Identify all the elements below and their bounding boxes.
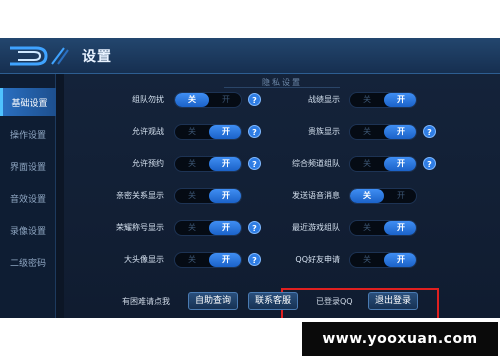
setting-label: 战绩显示 xyxy=(308,95,340,104)
toggle-on-option[interactable]: 开 xyxy=(384,253,416,267)
toggle-off-option[interactable]: 关 xyxy=(175,157,209,171)
toggle-off-option[interactable]: 关 xyxy=(350,93,384,107)
privacy-toggle-left-4[interactable]: 关开 xyxy=(174,220,242,236)
toggle-on-option[interactable]: 开 xyxy=(384,93,416,107)
toggle-on-option[interactable]: 开 xyxy=(384,189,416,203)
toggle-off-option[interactable]: 关 xyxy=(175,221,209,235)
toggle-on-option[interactable]: 开 xyxy=(384,125,416,139)
setting-label: 发送语音消息 xyxy=(292,191,340,200)
setting-label: 大头像显示 xyxy=(124,255,164,264)
logout-button[interactable]: 退出登录 xyxy=(368,292,419,310)
sidebar-item-sound[interactable]: 音效设置 xyxy=(0,184,56,212)
contact-support-button[interactable]: 联系客服 xyxy=(248,292,299,310)
toggle-off-option[interactable]: 关 xyxy=(175,125,209,139)
toggle-on-option[interactable]: 开 xyxy=(384,157,416,171)
divider xyxy=(224,87,340,88)
sidebar-item-controls[interactable]: 操作设置 xyxy=(0,120,56,148)
watermark: www.yooxuan.com xyxy=(302,322,498,356)
privacy-toggle-right-1[interactable]: 关开 xyxy=(349,124,417,140)
header-bar: 设置 xyxy=(0,38,500,74)
toggle-off-option[interactable]: 关 xyxy=(350,189,384,203)
self-query-button[interactable]: 自助查询 xyxy=(188,292,239,310)
footer-bar: 有困难请点我 自助查询 联系客服 已登录QQ 退出登录 xyxy=(64,290,500,318)
help-icon[interactable]: ? xyxy=(423,157,436,170)
toggle-on-option[interactable]: 开 xyxy=(209,189,241,203)
toggle-off-option[interactable]: 关 xyxy=(350,253,384,267)
setting-label: 最近游戏组队 xyxy=(292,223,340,232)
sidebar-item-interface[interactable]: 界面设置 xyxy=(0,152,56,180)
sidebar-item-secondary-password[interactable]: 二级密码 xyxy=(0,248,56,276)
privacy-toggle-left-5[interactable]: 关开 xyxy=(174,252,242,268)
toggle-on-option[interactable]: 开 xyxy=(384,221,416,235)
toggle-off-option[interactable]: 关 xyxy=(175,189,209,203)
sidebar-item-basic[interactable]: 基础设置 xyxy=(0,88,56,116)
page-title: 设置 xyxy=(82,49,112,65)
toggle-on-option[interactable]: 开 xyxy=(209,93,241,107)
settings-window: 设置 基础设置 操作设置 界面设置 音效设置 录像设置 二级密码 隐私设置 组队… xyxy=(0,38,500,318)
help-icon[interactable]: ? xyxy=(423,125,436,138)
setting-label: 荣耀称号显示 xyxy=(116,223,164,232)
toggle-off-option[interactable]: 关 xyxy=(350,157,384,171)
privacy-toggle-right-2[interactable]: 关开 xyxy=(349,156,417,172)
privacy-toggle-left-0[interactable]: 关开 xyxy=(174,92,242,108)
toggle-off-option[interactable]: 关 xyxy=(350,221,384,235)
toggle-on-option[interactable]: 开 xyxy=(209,125,241,139)
privacy-toggle-right-0[interactable]: 关开 xyxy=(349,92,417,108)
toggle-off-option[interactable]: 关 xyxy=(350,125,384,139)
privacy-toggle-left-2[interactable]: 关开 xyxy=(174,156,242,172)
privacy-toggle-right-3[interactable]: 关开 xyxy=(349,188,417,204)
privacy-settings-panel: 隐私设置 组队勿扰关开? 允许观战关开? 允许预约关开? 亲密关系显示关开荣耀称号显示… xyxy=(64,74,500,318)
sidebar-item-replay[interactable]: 录像设置 xyxy=(0,216,56,244)
toggle-off-option[interactable]: 关 xyxy=(175,93,209,107)
toggle-on-option[interactable]: 开 xyxy=(209,157,241,171)
setting-label: 允许观战 xyxy=(132,127,164,136)
setting-label: 亲密关系显示 xyxy=(116,191,164,200)
setting-label: 组队勿扰 xyxy=(132,95,164,104)
setting-label: 允许预约 xyxy=(132,159,164,168)
setting-label: 贵族显示 xyxy=(308,127,340,136)
setting-label: 综合频道组队 xyxy=(292,159,340,168)
back-button[interactable] xyxy=(6,42,70,70)
privacy-toggle-left-3[interactable]: 关开 xyxy=(174,188,242,204)
toggle-on-option[interactable]: 开 xyxy=(209,221,241,235)
help-prompt-text: 有困难请点我 xyxy=(122,297,170,306)
privacy-toggle-right-4[interactable]: 关开 xyxy=(349,220,417,236)
sidebar: 基础设置 操作设置 界面设置 音效设置 录像设置 二级密码 xyxy=(0,74,56,318)
toggle-off-option[interactable]: 关 xyxy=(175,253,209,267)
toggle-on-option[interactable]: 开 xyxy=(209,253,241,267)
privacy-toggle-left-1[interactable]: 关开 xyxy=(174,124,242,140)
privacy-toggle-right-5[interactable]: 关开 xyxy=(349,252,417,268)
setting-label: QQ好友申请 xyxy=(295,255,340,264)
login-status-text: 已登录QQ xyxy=(316,297,353,306)
back-arrow-icon xyxy=(10,46,69,66)
